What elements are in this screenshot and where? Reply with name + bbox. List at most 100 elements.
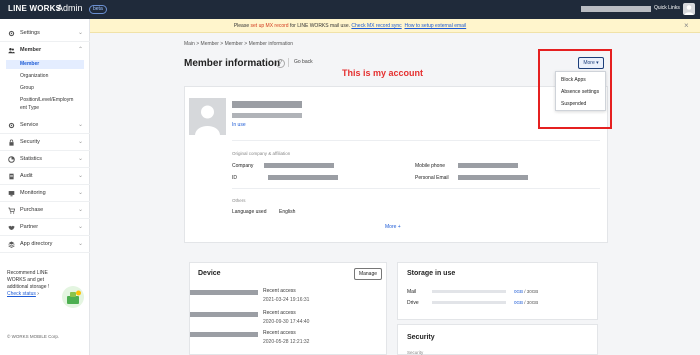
sidebar-item-label: Member — [20, 47, 42, 53]
storage-mail-label: Mail — [407, 289, 417, 295]
security-title: Security — [407, 334, 435, 341]
chevron-down-icon: ⌄ — [78, 139, 84, 145]
redacted-device-name — [190, 312, 258, 317]
id-label: ID — [232, 175, 237, 181]
storage-drive-usage: 0GB / 30GB — [514, 300, 538, 305]
sidebar-item-security[interactable]: Security ⌄ — [0, 134, 90, 151]
gear-icon — [8, 122, 15, 129]
language-value: English — [279, 209, 296, 215]
promo-line: additional storage ! — [7, 284, 50, 290]
sidebar-item-label: Security — [20, 139, 40, 145]
sidebar-item-audit[interactable]: Audit ⌄ — [0, 168, 90, 185]
breadcrumb: Main > Member > Member > Member informat… — [184, 41, 294, 47]
access-date: 2020-05-28 12:21:32 — [263, 339, 310, 345]
access-date: 2021-03-24 19:16:31 — [263, 297, 310, 303]
status-badge: In use — [232, 122, 246, 128]
sidebar-item-app-directory[interactable]: App directory ⌄ — [0, 236, 90, 253]
sidebar-subitem-position[interactable]: Position/Level/Employm — [6, 97, 84, 103]
chart-icon — [8, 156, 15, 163]
sidebar-item-settings[interactable]: Settings ⌄ — [0, 25, 90, 42]
storage-drive-used: 0GB — [514, 300, 524, 305]
redacted-company-name — [581, 6, 651, 12]
sidebar-subitem-position-cont[interactable]: ent Type — [6, 105, 84, 111]
help-icon[interactable]: ? — [276, 59, 285, 68]
notice-middle: for LINE WORKS mail use. — [288, 23, 352, 29]
chevron-up-icon: ⌃ — [78, 47, 84, 53]
sidebar-subitem-group[interactable]: Group — [6, 85, 84, 91]
sidebar-item-statistics[interactable]: Statistics ⌄ — [0, 151, 90, 168]
more-details-link[interactable]: More + — [385, 224, 401, 230]
mx-notice-bar: Please set up MX record for LINE WORKS m… — [0, 19, 700, 33]
redacted-member-account — [232, 113, 302, 118]
security-subtitle: Security — [407, 350, 424, 355]
notice-text: Please set up MX record for LINE WORKS m… — [0, 23, 700, 29]
close-icon[interactable]: × — [684, 21, 689, 30]
people-icon — [8, 47, 15, 54]
chevron-down-icon: ⌄ — [78, 30, 84, 36]
storage-mail-usage: 0GB / 30GB — [514, 289, 538, 294]
promo-line: WORKS and get — [7, 277, 44, 283]
divider — [232, 188, 600, 189]
sidebar-item-purchase[interactable]: Purchase ⌄ — [0, 202, 90, 219]
sidebar-item-member[interactable]: Member ⌃ — [0, 42, 90, 59]
access-label: Recent access — [263, 288, 296, 294]
chevron-down-icon: ⌄ — [78, 122, 84, 128]
sidebar-subitem-organization[interactable]: Organization — [6, 73, 84, 79]
user-avatar-icon[interactable] — [683, 3, 695, 15]
sidebar-item-label: Monitoring — [20, 190, 46, 196]
page-title: Member information — [184, 58, 281, 69]
redacted-company-value — [264, 163, 334, 168]
chevron-right-icon: › — [37, 291, 39, 297]
storage-drive-bar — [432, 301, 506, 304]
app-icon — [8, 241, 15, 248]
redacted-member-name — [232, 101, 302, 108]
language-label: Language used — [232, 209, 267, 215]
storage-drive-total: / 30GB — [523, 300, 539, 305]
chevron-down-icon: ⌄ — [78, 241, 84, 247]
redacted-id-value — [268, 175, 338, 180]
promo-line: Recommend LINE — [7, 270, 48, 276]
sidebar-item-label: Settings — [20, 30, 40, 36]
external-email-link[interactable]: How to setup external email — [404, 23, 466, 29]
check-status-link[interactable]: Check status — [7, 291, 36, 297]
divider — [232, 140, 600, 141]
redacted-device-name — [190, 332, 258, 337]
storage-title: Storage in use — [407, 270, 456, 277]
sidebar-item-partner[interactable]: Partner ⌄ — [0, 219, 90, 236]
personal-email-label: Personal Email — [415, 175, 449, 181]
sidebar-subitem-member[interactable]: Member — [6, 60, 84, 69]
notice-prefix: Please — [233, 23, 251, 29]
storage-mail-total: / 30GB — [523, 289, 539, 294]
device-title: Device — [198, 270, 221, 277]
manage-button[interactable]: Manage — [354, 268, 382, 280]
redacted-device-name — [190, 290, 258, 295]
sidebar-item-label: Partner — [20, 224, 39, 230]
access-date: 2020-09-30 17:44:40 — [263, 319, 310, 325]
section-others-label: Others — [232, 198, 246, 203]
sidebar-item-service[interactable]: Service ⌄ — [0, 117, 90, 134]
copyright: © WORKS MOBILE Corp. — [7, 334, 60, 339]
gear-icon — [8, 30, 15, 37]
company-label: Company — [232, 163, 254, 169]
sidebar-item-label: App directory — [20, 241, 53, 247]
annotation-highlight-box — [538, 49, 612, 129]
sidebar-item-monitoring[interactable]: Monitoring ⌄ — [0, 185, 90, 202]
chevron-down-icon: ⌄ — [78, 190, 84, 196]
brand-logo[interactable]: LINE WORKS — [8, 4, 61, 13]
setup-mx-link[interactable]: set up MX record — [251, 23, 289, 29]
handshake-icon — [8, 224, 15, 231]
go-back-link[interactable]: Go back — [288, 58, 313, 67]
sidebar-item-label: Audit — [20, 173, 33, 179]
chevron-down-icon: ⌄ — [78, 173, 84, 179]
top-bar: LINE WORKS Admin beta Quick Links — [0, 0, 700, 19]
promo-text: Recommend LINE WORKS and get additional … — [7, 270, 67, 298]
redacted-mobile-value — [458, 163, 518, 168]
quick-links-link[interactable]: Quick Links — [654, 5, 680, 11]
chevron-down-icon: ⌄ — [78, 224, 84, 230]
section-affiliation-label: Original company & affiliation — [232, 151, 291, 156]
profile-photo — [189, 98, 226, 135]
redacted-email-value — [458, 175, 528, 180]
check-mx-sync-link[interactable]: Check MX record sync — [351, 23, 401, 29]
mobile-phone-label: Mobile phone — [415, 163, 446, 169]
storage-mail-bar — [432, 290, 506, 293]
